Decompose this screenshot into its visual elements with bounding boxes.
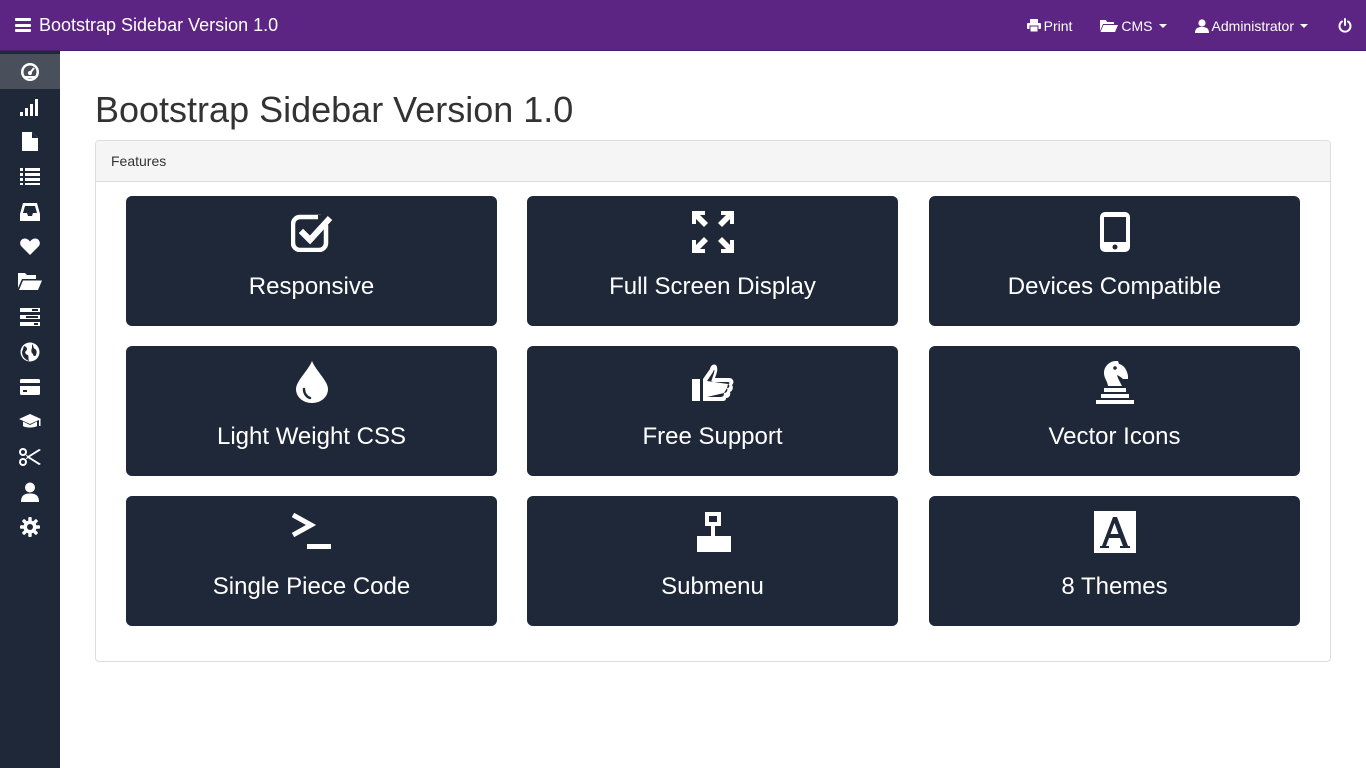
- list-icon: [20, 168, 40, 185]
- feature-tile-devices[interactable]: Devices Compatible: [929, 196, 1300, 326]
- feature-tile-vector[interactable]: Vector Icons: [929, 346, 1300, 476]
- sitemap-icon: [527, 510, 898, 554]
- feature-tile-fullscreen[interactable]: Full Screen Display: [527, 196, 898, 326]
- sidebar-item-settings[interactable]: [0, 509, 60, 544]
- navbar-right-menu: Print CMS Administrator: [1013, 0, 1366, 51]
- sidebar-item-heart[interactable]: [0, 229, 60, 264]
- chess-knight-icon: [929, 360, 1300, 404]
- sidebar-item-user[interactable]: [0, 474, 60, 509]
- feature-tile-lightweight[interactable]: Light Weight CSS: [126, 346, 497, 476]
- print-label: Print: [1043, 17, 1073, 34]
- features-panel: Features Responsive Full Screen Display …: [95, 140, 1331, 662]
- feature-label: Free Support: [642, 423, 783, 450]
- menu-toggle-icon[interactable]: [15, 18, 31, 32]
- signal-icon: [20, 98, 40, 116]
- graduation-cap-icon: [19, 413, 41, 430]
- user-icon: [1194, 18, 1209, 33]
- sidebar: [0, 51, 60, 768]
- sidebar-item-file[interactable]: [0, 124, 60, 159]
- feature-label: Submenu: [661, 573, 764, 600]
- feature-tile-responsive[interactable]: Responsive: [126, 196, 497, 326]
- print-icon: [1026, 19, 1041, 32]
- settings-icon: [20, 516, 40, 537]
- feature-tile-themes[interactable]: 8 Themes: [929, 496, 1300, 626]
- tint-icon: [126, 360, 497, 404]
- heart-icon: [20, 238, 40, 255]
- sidebar-item-tasks[interactable]: [0, 299, 60, 334]
- feature-label: Full Screen Display: [609, 273, 816, 300]
- feature-tile-submenu[interactable]: Submenu: [527, 496, 898, 626]
- dashboard-icon: [20, 62, 40, 82]
- feature-tile-support[interactable]: Free Support: [527, 346, 898, 476]
- cms-dropdown[interactable]: CMS: [1086, 0, 1180, 51]
- power-off-icon: [1338, 18, 1352, 33]
- logout-button[interactable]: [1322, 0, 1366, 51]
- font-icon: [929, 510, 1300, 554]
- sidebar-item-dashboard[interactable]: [0, 54, 60, 89]
- sidebar-item-globe[interactable]: [0, 334, 60, 369]
- panel-heading: Features: [96, 141, 1330, 182]
- sidebar-item-signal[interactable]: [0, 89, 60, 124]
- file-icon: [22, 132, 38, 151]
- sidebar-item-card[interactable]: [0, 369, 60, 404]
- folder-open-icon: [18, 273, 42, 290]
- sidebar-item-inbox[interactable]: [0, 194, 60, 229]
- feature-label: Devices Compatible: [1007, 273, 1222, 300]
- sidebar-item-list[interactable]: [0, 159, 60, 194]
- chevron-down-icon: [1300, 23, 1308, 28]
- feature-label: Single Piece Code: [212, 573, 411, 600]
- feature-label: Light Weight CSS: [217, 423, 406, 450]
- page-title: Bootstrap Sidebar Version 1.0: [95, 89, 574, 130]
- feature-label: Vector Icons: [1048, 423, 1181, 450]
- print-link[interactable]: Print: [1013, 0, 1087, 51]
- chevron-down-icon: [1158, 23, 1167, 28]
- feature-label: Responsive: [248, 273, 375, 300]
- check-square-icon: [126, 210, 497, 254]
- sidebar-item-scissors[interactable]: [0, 439, 60, 474]
- mobile-icon: [929, 210, 1300, 254]
- user-dropdown[interactable]: Administrator: [1181, 0, 1322, 51]
- terminal-icon: [126, 510, 497, 554]
- fullscreen-icon: [527, 210, 898, 254]
- feature-tile-code[interactable]: Single Piece Code: [126, 496, 497, 626]
- folder-open-icon: [1100, 19, 1119, 32]
- brand-link[interactable]: Bootstrap Sidebar Version 1.0: [0, 0, 278, 51]
- cms-label: CMS: [1121, 17, 1153, 34]
- feature-label: 8 Themes: [1061, 573, 1168, 600]
- sidebar-item-folder[interactable]: [0, 264, 60, 299]
- globe-icon: [20, 342, 40, 362]
- brand-title: Bootstrap Sidebar Version 1.0: [39, 14, 279, 35]
- thumbs-up-icon: [527, 360, 898, 404]
- scissors-icon: [19, 447, 41, 466]
- inbox-icon: [20, 202, 40, 221]
- credit-card-icon: [20, 378, 40, 395]
- sidebar-item-education[interactable]: [0, 404, 60, 439]
- user-label: Administrator: [1211, 17, 1294, 34]
- top-navbar: Bootstrap Sidebar Version 1.0 Print CMS: [0, 0, 1366, 51]
- tasks-icon: [20, 307, 40, 326]
- user-icon: [21, 482, 39, 502]
